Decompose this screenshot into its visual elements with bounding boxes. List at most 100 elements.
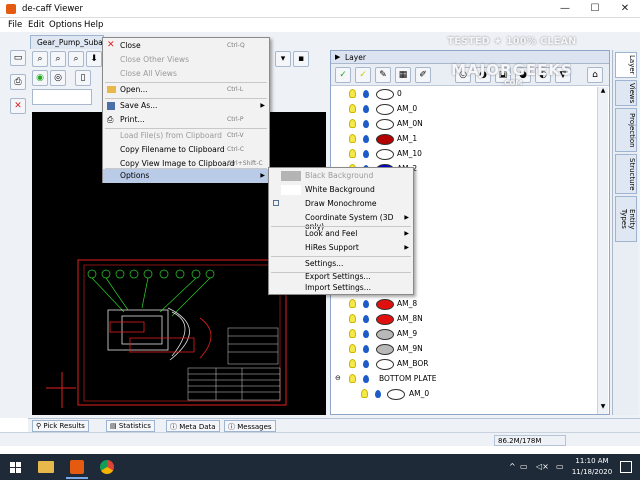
menu-help[interactable]: Help: [84, 20, 103, 30]
drop-icon[interactable]: [363, 345, 369, 353]
layer-row[interactable]: AM_8: [331, 297, 591, 312]
close-window-button[interactable]: ✕: [610, 0, 640, 18]
tray-chevron-icon[interactable]: ^: [509, 462, 516, 471]
edit-layer-icon[interactable]: ✎: [375, 67, 391, 83]
clock-time[interactable]: 11:10 AM: [570, 457, 614, 465]
tab-meta-data[interactable]: ⓘ Meta Data: [166, 420, 220, 432]
menu-item-black-background[interactable]: Black Background: [269, 169, 413, 183]
bulb-icon[interactable]: [349, 149, 356, 158]
layer-row[interactable]: AM_0N: [331, 117, 591, 132]
scroll-up-icon[interactable]: ▲: [599, 87, 607, 97]
network-icon[interactable]: ▭: [520, 462, 528, 471]
drop-icon[interactable]: [363, 150, 369, 158]
tab-statistics[interactable]: ▤ Statistics: [106, 420, 155, 432]
bulb-icon[interactable]: [349, 119, 356, 128]
menu-item-look-and-feel[interactable]: Look and Feel ▶: [269, 227, 413, 241]
layer-row[interactable]: AM_0: [331, 387, 591, 402]
drop-icon[interactable]: [375, 390, 381, 398]
grid-icon[interactable]: ▦: [395, 67, 411, 83]
start-icon[interactable]: [10, 462, 21, 473]
drop-icon[interactable]: [363, 90, 369, 98]
menu-item-white-background[interactable]: White Background: [269, 183, 413, 197]
bulb-icon[interactable]: [361, 389, 368, 398]
zoom-out-icon[interactable]: ⌕: [68, 51, 84, 67]
layer-row[interactable]: AM_9: [331, 327, 591, 342]
tab-structure[interactable]: Structure: [615, 154, 637, 194]
menu-item-open[interactable]: Open... Ctrl-L: [103, 83, 269, 97]
bulb-icon[interactable]: [349, 299, 356, 308]
menu-item-draw-monochrome[interactable]: Draw Monochrome: [269, 197, 413, 211]
drop-icon[interactable]: [363, 135, 369, 143]
memory-status[interactable]: 86.2M/178M: [494, 435, 566, 446]
tab-entity-types[interactable]: Entity Types: [615, 196, 637, 242]
menu-item-close[interactable]: ✕ Close Ctrl-Q: [103, 39, 269, 53]
menu-file[interactable]: File: [8, 20, 22, 30]
rotate-icon[interactable]: ◉: [32, 70, 48, 86]
bulb-icon[interactable]: [349, 359, 356, 368]
drop-icon[interactable]: [363, 360, 369, 368]
layer-row[interactable]: AM_8N: [331, 312, 591, 327]
print-icon[interactable]: ⎙: [10, 74, 26, 90]
volume-icon[interactable]: ◁×: [536, 462, 549, 471]
zoom-icon[interactable]: ⌕: [32, 51, 48, 67]
drop-icon[interactable]: [363, 300, 369, 308]
menu-options[interactable]: Options: [49, 20, 82, 30]
drop-icon[interactable]: [363, 330, 369, 338]
bulb-icon[interactable]: [349, 374, 356, 383]
all-on-icon[interactable]: ✓: [355, 67, 371, 83]
menu-item-print[interactable]: ⎙ Print... Ctrl-P: [103, 113, 269, 127]
layer-scrollbar[interactable]: ▲ ▼: [597, 87, 608, 414]
tab-projection[interactable]: Projection: [615, 108, 637, 152]
menu-item-save-as[interactable]: Save As... ▶: [103, 99, 269, 113]
tab-pick-results[interactable]: ⚲ Pick Results: [32, 420, 89, 432]
collapse-icon[interactable]: ▶: [335, 53, 340, 61]
minimize-button[interactable]: —: [550, 0, 580, 18]
drop-icon[interactable]: [363, 315, 369, 323]
menu-item-close-all-views[interactable]: Close All Views: [103, 67, 269, 81]
menu-item-options[interactable]: Options ▶: [103, 169, 269, 183]
bulb-icon[interactable]: [349, 329, 356, 338]
brush-icon[interactable]: ✐: [415, 67, 431, 83]
file-explorer-icon[interactable]: [38, 461, 54, 473]
clock-date[interactable]: 11/18/2020: [568, 468, 616, 476]
layer-row[interactable]: AM_10: [331, 147, 591, 162]
notification-icon[interactable]: [620, 461, 632, 473]
menu-item-close-other-views[interactable]: Close Other Views: [103, 53, 269, 67]
page-icon[interactable]: ▯: [75, 70, 91, 86]
menu-item-settings[interactable]: Settings...: [269, 257, 413, 271]
layer-row[interactable]: AM_9N: [331, 342, 591, 357]
pan-down-icon[interactable]: ⬇: [86, 51, 102, 67]
open-icon[interactable]: ▭: [10, 50, 26, 66]
layer-row[interactable]: AM_1: [331, 132, 591, 147]
zoom-in-icon[interactable]: ⌕: [50, 51, 66, 67]
expand-icon[interactable]: ⊖: [335, 374, 341, 382]
save-icon[interactable]: ▪: [293, 51, 309, 67]
decaff-icon[interactable]: [70, 460, 84, 474]
check-all-icon[interactable]: ✓: [335, 67, 351, 83]
bulb-icon[interactable]: [349, 89, 356, 98]
layer-row[interactable]: AM_BOR: [331, 357, 591, 372]
monochrome-checkbox[interactable]: [273, 200, 279, 206]
reset-view-icon[interactable]: ◎: [50, 70, 66, 86]
layer-group-row[interactable]: ⊖ BOTTOM PLATE: [331, 372, 591, 387]
menu-item-load-from-clipboard[interactable]: Load File(s) from Clipboard Ctrl-V: [103, 129, 269, 143]
bulb-icon[interactable]: [349, 134, 356, 143]
drop-icon[interactable]: [363, 105, 369, 113]
view-field[interactable]: [32, 89, 92, 105]
close-file-icon[interactable]: ✕: [10, 98, 26, 114]
layer-dropdown[interactable]: ▾: [275, 51, 291, 67]
tab-document[interactable]: Gear_Pump_Subas: [30, 35, 107, 49]
menu-item-hires-support[interactable]: HiRes Support ▶: [269, 241, 413, 255]
drop-icon[interactable]: [363, 375, 369, 383]
tab-layer[interactable]: Layer: [615, 52, 637, 78]
bulb-icon[interactable]: [349, 314, 356, 323]
maximize-button[interactable]: ☐: [580, 0, 610, 18]
menu-item-coordinate-system[interactable]: Coordinate System (3D only)▶: [269, 211, 413, 231]
scroll-down-icon[interactable]: ▼: [599, 403, 607, 413]
tab-views[interactable]: Views: [615, 80, 637, 106]
menu-item-import-settings[interactable]: Import Settings...: [269, 281, 413, 295]
drop-icon[interactable]: [363, 120, 369, 128]
menu-edit[interactable]: Edit: [28, 20, 44, 30]
chrome-icon[interactable]: [100, 460, 114, 474]
bulb-icon[interactable]: [349, 344, 356, 353]
